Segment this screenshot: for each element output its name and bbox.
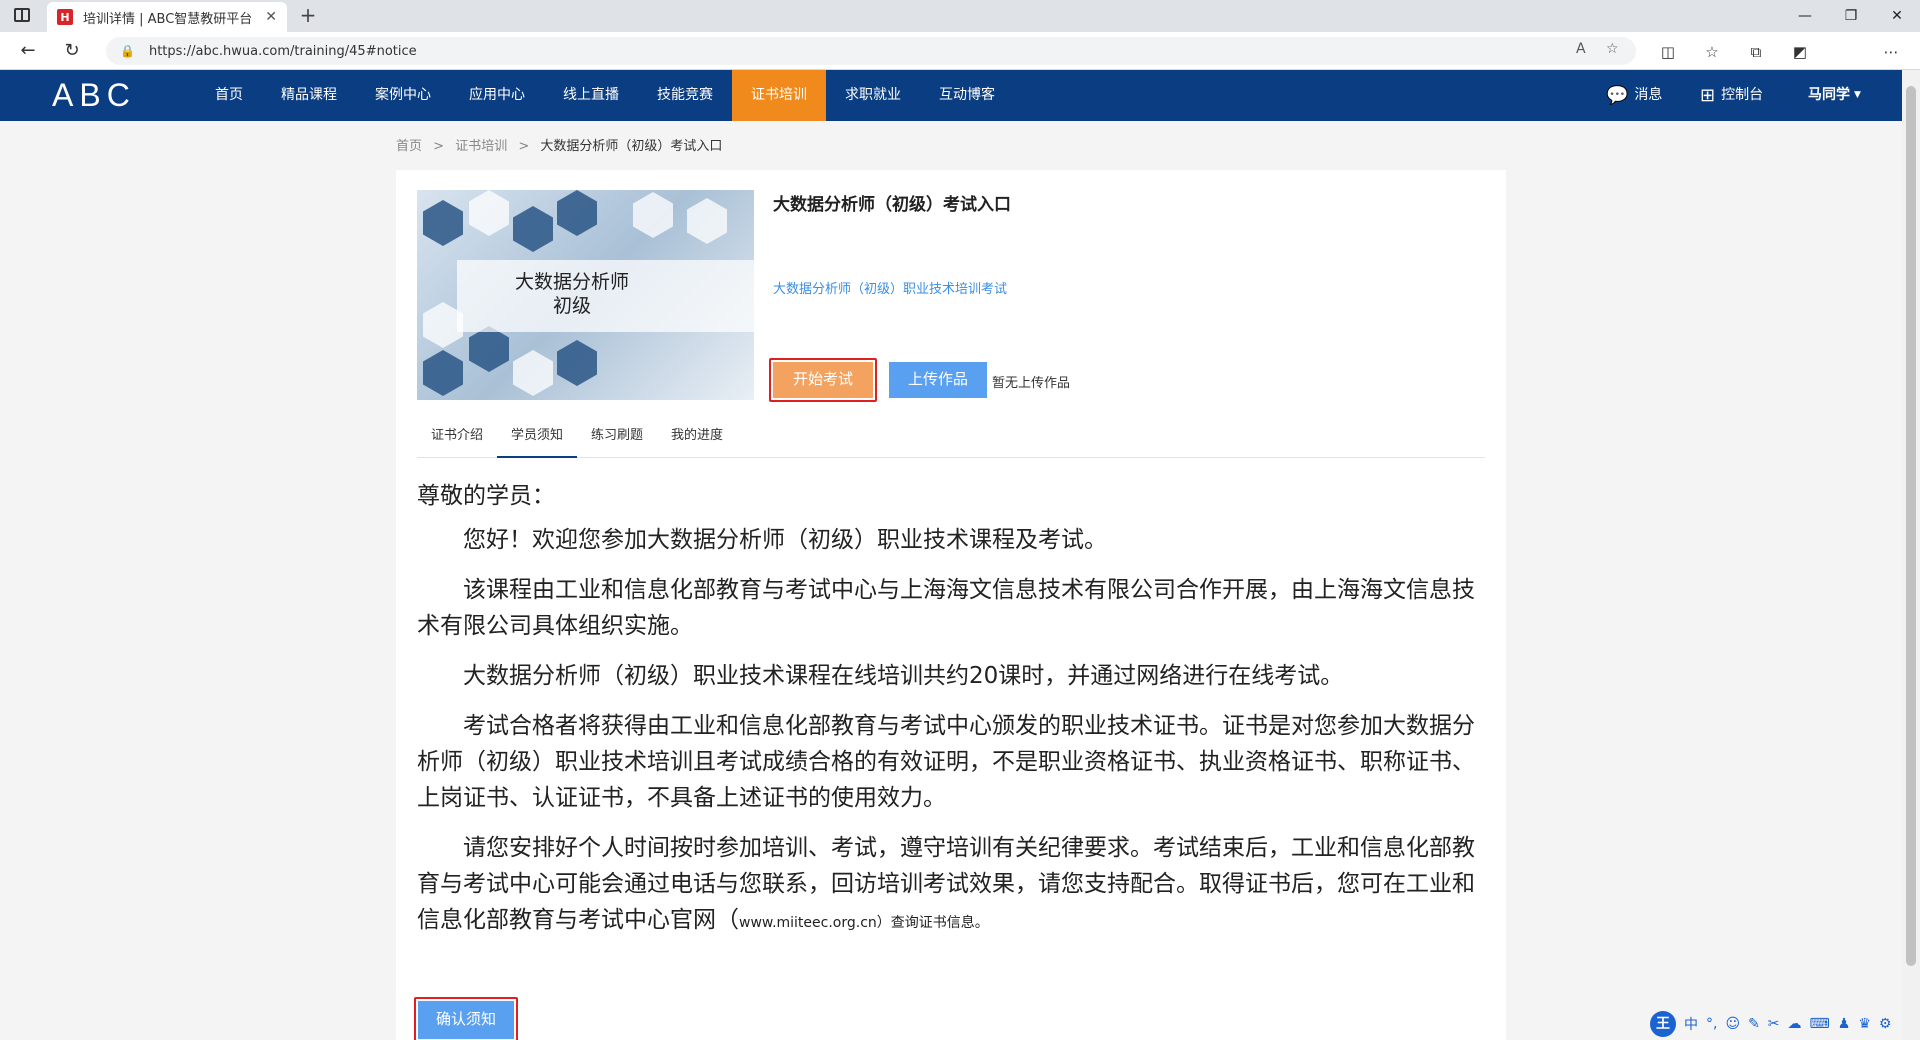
notice-content: 尊敬的学员： 您好！欢迎您参加大数据分析师（初级）职业技术课程及考试。 该课程由… bbox=[417, 478, 1485, 955]
back-icon[interactable]: ← bbox=[14, 38, 42, 64]
messages-label: 消息 bbox=[1634, 87, 1663, 103]
tab-student-notice[interactable]: 学员须知 bbox=[497, 414, 578, 458]
browser-tab[interactable]: H 培训详情 | ABC智慧教研平台 ✕ bbox=[47, 2, 287, 32]
page-scrollbar[interactable] bbox=[1902, 70, 1920, 1040]
nav-item-blog[interactable]: 互动博客 bbox=[920, 70, 1014, 121]
breadcrumb-section[interactable]: 证书培训 bbox=[455, 139, 507, 154]
lock-icon: 🔒 bbox=[120, 44, 135, 58]
handwrite-icon[interactable]: ✎ bbox=[1748, 1016, 1760, 1032]
course-card: 大数据分析师 初级 大数据分析师（初级）考试入口 大数据分析师（初级）职业技术培… bbox=[396, 170, 1506, 1040]
split-screen-icon[interactable]: ◫ bbox=[1657, 41, 1679, 63]
favorite-star-icon[interactable]: ☆ bbox=[1606, 41, 1619, 57]
url-bar[interactable]: 🔒 https://abc.hwua.com/training/45#notic… bbox=[106, 37, 1636, 65]
main-nav: 首页 精品课程 案例中心 应用中心 线上直播 技能竞赛 证书培训 求职就业 互动… bbox=[196, 70, 1014, 121]
tab-close-icon[interactable]: ✕ bbox=[265, 9, 277, 25]
site-header: ABC 首页 精品课程 案例中心 应用中心 线上直播 技能竞赛 证书培训 求职就… bbox=[0, 70, 1902, 121]
user-icon[interactable]: ♟ bbox=[1838, 1016, 1851, 1032]
course-tabs: 证书介绍 学员须知 练习刷题 我的进度 bbox=[417, 414, 1485, 458]
skin-icon[interactable]: ♛ bbox=[1858, 1016, 1871, 1032]
upload-work-button[interactable]: 上传作品 bbox=[889, 362, 987, 398]
nav-item-courses[interactable]: 精品课程 bbox=[262, 70, 356, 121]
browser-tabbar: H 培训详情 | ABC智慧教研平台 ✕ + — ❐ ✕ bbox=[0, 0, 1920, 32]
nav-item-home[interactable]: 首页 bbox=[196, 70, 262, 121]
collections-icon[interactable]: ⧉ bbox=[1745, 41, 1767, 63]
restore-icon[interactable]: ❐ bbox=[1828, 0, 1874, 32]
nav-item-cases[interactable]: 案例中心 bbox=[356, 70, 450, 121]
cover-title-line1: 大数据分析师 bbox=[514, 271, 629, 293]
notice-paragraph: 该课程由工业和信息化部教育与考试中心与上海海文信息技术有限公司合作开展，由上海海… bbox=[417, 577, 1475, 639]
extension-icon[interactable]: ◩ bbox=[1789, 41, 1811, 63]
keyboard-icon[interactable]: ⌨ bbox=[1810, 1016, 1830, 1032]
browser-addressbar: ← ↻ 🔒 https://abc.hwua.com/training/45#n… bbox=[0, 32, 1920, 94]
nav-item-certificates[interactable]: 证书培训 bbox=[732, 70, 826, 121]
tab-actions-icon[interactable] bbox=[14, 8, 30, 22]
breadcrumb-current: 大数据分析师（初级）考试入口 bbox=[540, 139, 723, 154]
notice-paragraph: 考试合格者将获得由工业和信息化部教育与考试中心颁发的职业技术证书。证书是对您参加… bbox=[417, 713, 1475, 811]
ime-logo-icon[interactable]: 王 bbox=[1650, 1011, 1676, 1037]
notice-paragraph: 请您安排好个人时间按时参加培训、考试，遵守培训有关纪律要求。考试结束后，工业和信… bbox=[417, 830, 1485, 941]
scroll-thumb[interactable] bbox=[1906, 86, 1916, 966]
nav-item-apps[interactable]: 应用中心 bbox=[450, 70, 544, 121]
scissors-icon[interactable]: ✂ bbox=[1768, 1016, 1780, 1032]
emoji-icon[interactable]: ☺ bbox=[1725, 1016, 1740, 1032]
site-favicon-icon: H bbox=[57, 9, 73, 25]
no-upload-text: 暂无上传作品 bbox=[992, 376, 1071, 391]
nav-item-contest[interactable]: 技能竞赛 bbox=[638, 70, 732, 121]
cover-title-line2: 初级 bbox=[552, 295, 591, 317]
course-title: 大数据分析师（初级）考试入口 bbox=[773, 195, 1011, 215]
read-aloud-icon[interactable]: A bbox=[1576, 41, 1586, 57]
start-exam-button[interactable]: 开始考试 bbox=[773, 362, 873, 398]
user-name: 马同学 bbox=[1808, 87, 1850, 103]
messages-link[interactable]: 💬 消息 bbox=[1606, 70, 1662, 121]
favorites-icon[interactable]: ☆ bbox=[1701, 41, 1723, 63]
breadcrumb: 首页 > 证书培训 > 大数据分析师（初级）考试入口 bbox=[396, 139, 723, 154]
tab-certificate-intro[interactable]: 证书介绍 bbox=[417, 414, 497, 458]
tab-practice[interactable]: 练习刷题 bbox=[577, 414, 657, 458]
notice-p5-website: www.miiteec.org.cn）查询证书信息。 bbox=[739, 915, 989, 931]
notice-paragraph: 大数据分析师（初级）职业技术课程在线培训共约20课时，并通过网络进行在线考试。 bbox=[463, 663, 1344, 689]
url-text: https://abc.hwua.com/training/45#notice bbox=[148, 43, 417, 59]
settings-icon[interactable]: ⚙ bbox=[1879, 1016, 1892, 1032]
site-logo[interactable]: ABC bbox=[52, 78, 172, 112]
tab-my-progress[interactable]: 我的进度 bbox=[657, 414, 737, 458]
nav-item-live[interactable]: 线上直播 bbox=[544, 70, 638, 121]
cloud-icon[interactable]: ☁ bbox=[1788, 1016, 1802, 1032]
ime-toolbar: 王 中 °, ☺ ✎ ✂ ☁ ⌨ ♟ ♛ ⚙ bbox=[1650, 1010, 1894, 1038]
course-cover-image: 大数据分析师 初级 bbox=[417, 190, 754, 400]
more-menu-icon[interactable]: ⋯ bbox=[1880, 41, 1902, 63]
course-subtitle-link[interactable]: 大数据分析师（初级）职业技术培训考试 bbox=[773, 278, 1007, 297]
notice-paragraph: 您好！欢迎您参加大数据分析师（初级）职业技术课程及考试。 bbox=[463, 527, 1107, 553]
ime-mode[interactable]: 中 bbox=[1684, 1014, 1698, 1034]
grid-icon: ⊞ bbox=[1700, 85, 1716, 106]
console-label: 控制台 bbox=[1721, 87, 1764, 103]
confirm-notice-button[interactable]: 确认须知 bbox=[418, 1001, 514, 1039]
nav-item-jobs[interactable]: 求职就业 bbox=[826, 70, 920, 121]
new-tab-icon[interactable]: + bbox=[296, 4, 320, 28]
minimize-icon[interactable]: — bbox=[1782, 0, 1828, 32]
message-icon: 💬 bbox=[1606, 85, 1629, 106]
window-close-icon[interactable]: ✕ bbox=[1874, 0, 1920, 32]
punctuation-icon[interactable]: °, bbox=[1706, 1016, 1717, 1032]
notice-greeting: 尊敬的学员： bbox=[417, 483, 555, 509]
chevron-down-icon: ▼ bbox=[1854, 90, 1861, 100]
refresh-icon[interactable]: ↻ bbox=[58, 38, 86, 64]
console-link[interactable]: ⊞ 控制台 bbox=[1700, 70, 1763, 121]
tab-title: 培训详情 | ABC智慧教研平台 bbox=[83, 11, 253, 27]
user-menu[interactable]: 马同学 ▼ bbox=[1808, 70, 1861, 121]
breadcrumb-home[interactable]: 首页 bbox=[396, 139, 422, 154]
